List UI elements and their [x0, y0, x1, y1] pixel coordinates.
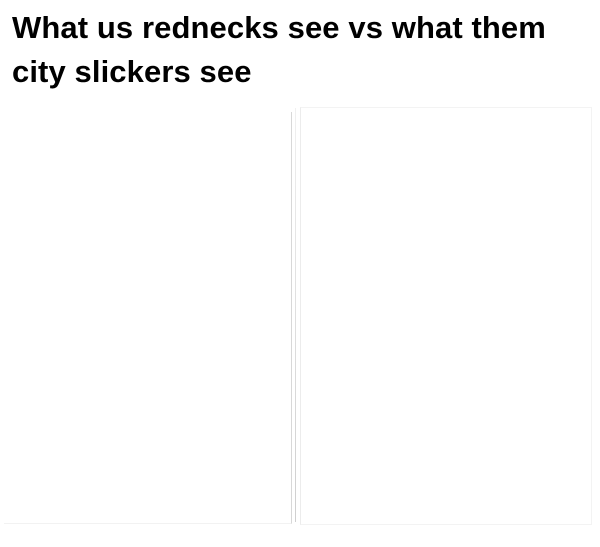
panel-divider [295, 108, 296, 522]
meme-caption: What us rednecks see vs what them city s… [12, 10, 546, 89]
right-image-panel [300, 107, 592, 525]
left-image-panel [4, 112, 292, 524]
